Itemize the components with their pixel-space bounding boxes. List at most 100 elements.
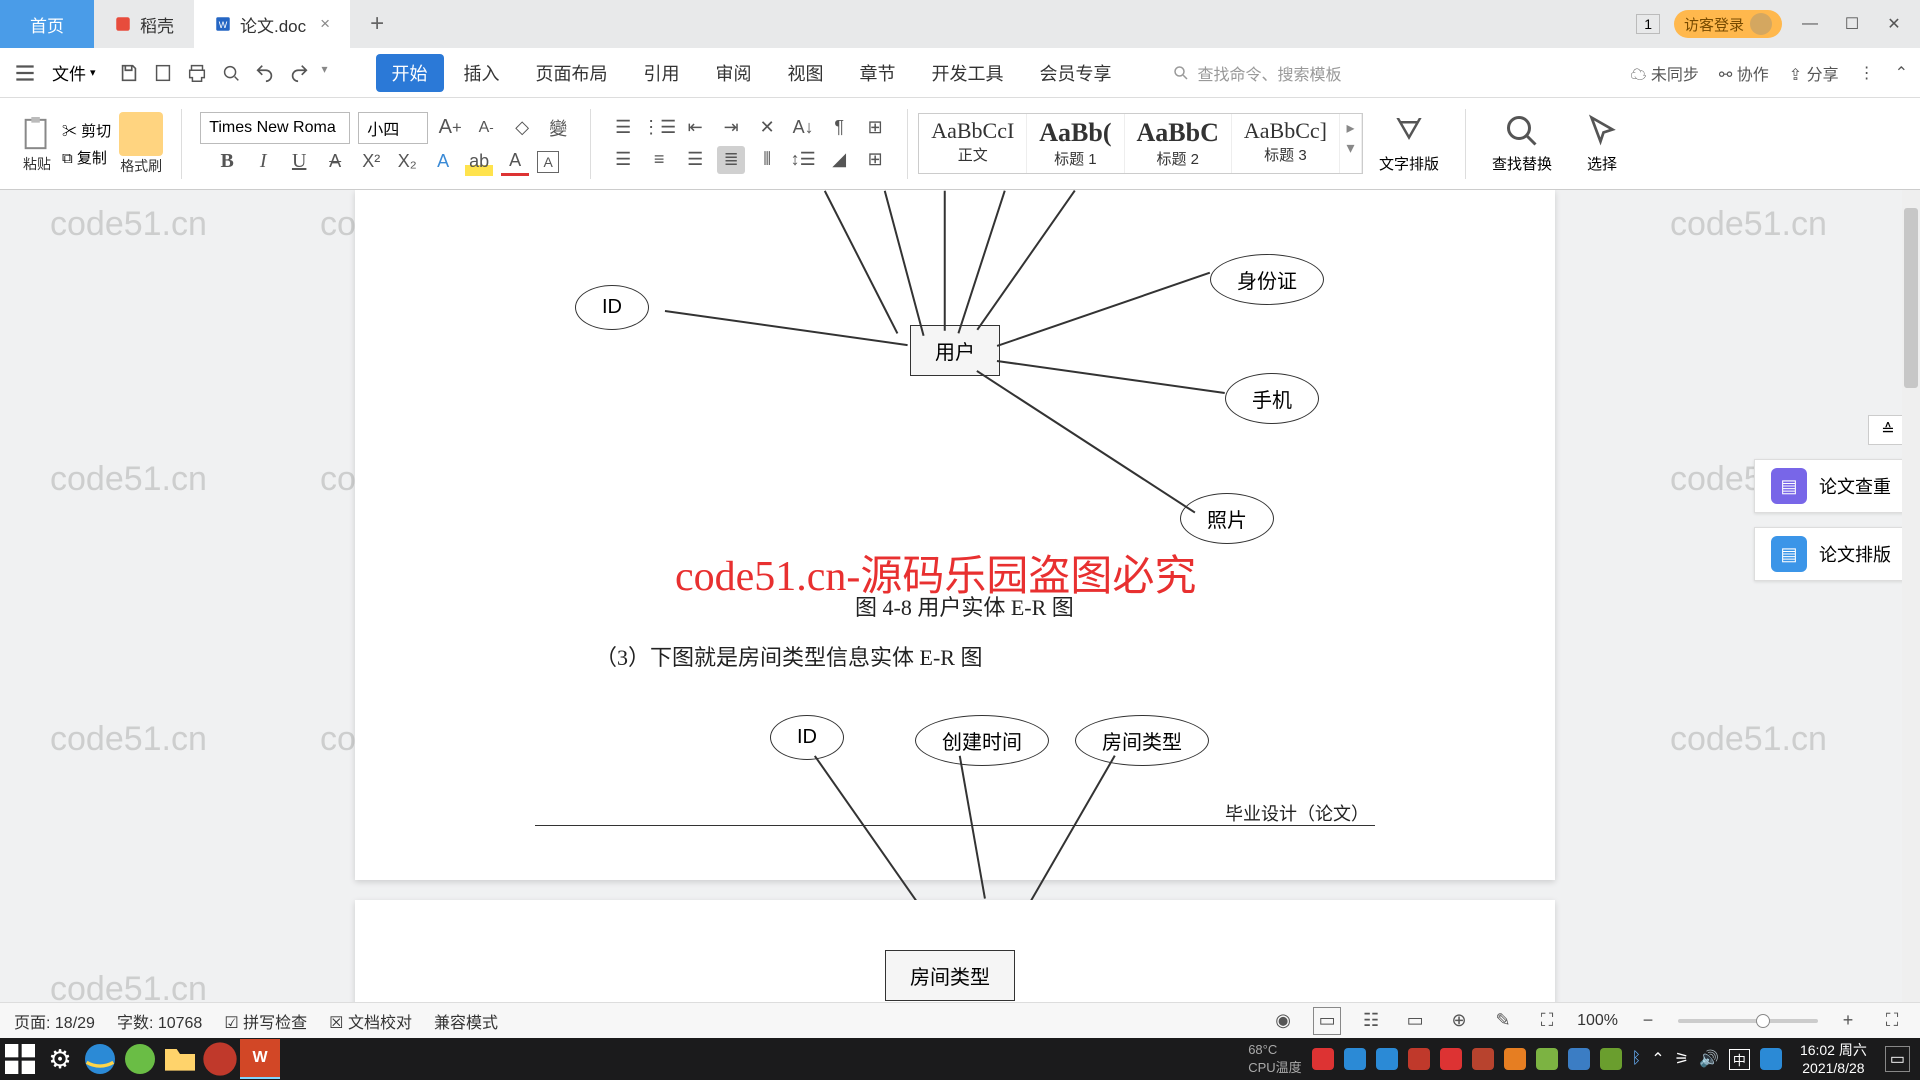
tray-icon[interactable] bbox=[1408, 1048, 1430, 1070]
char-border-icon[interactable]: A bbox=[537, 151, 559, 173]
tab-document[interactable]: W 论文.doc × bbox=[194, 0, 350, 48]
shrink-font-icon[interactable]: A- bbox=[472, 114, 500, 142]
tray-icon[interactable] bbox=[1376, 1048, 1398, 1070]
ime-indicator[interactable]: 中 bbox=[1729, 1049, 1750, 1070]
browser-icon[interactable] bbox=[120, 1039, 160, 1079]
asian-layout-icon[interactable]: ✕ bbox=[753, 114, 781, 142]
distribute-icon[interactable]: ⫴ bbox=[753, 146, 781, 174]
scrollbar-thumb[interactable] bbox=[1904, 208, 1918, 388]
style-h3[interactable]: AaBbCc]标题 3 bbox=[1232, 114, 1340, 173]
print-layout-icon[interactable]: ▭ bbox=[1313, 1007, 1341, 1035]
style-normal[interactable]: AaBbCcI正文 bbox=[919, 114, 1027, 173]
style-h1[interactable]: AaBb(标题 1 bbox=[1027, 114, 1124, 173]
paste-icon[interactable] bbox=[20, 114, 54, 154]
highlight-icon[interactable]: ab bbox=[465, 148, 493, 176]
start-button[interactable] bbox=[0, 1039, 40, 1079]
tab-view[interactable]: 视图 bbox=[772, 54, 840, 92]
ie-icon[interactable] bbox=[80, 1039, 120, 1079]
italic-button[interactable]: I bbox=[249, 148, 277, 176]
bluetooth-icon[interactable]: ᛒ bbox=[1632, 1050, 1642, 1068]
styles-gallery[interactable]: AaBbCcI正文 AaBb(标题 1 AaBbC标题 2 AaBbCc]标题 … bbox=[918, 113, 1363, 174]
align-right-icon[interactable]: ☰ bbox=[681, 146, 709, 174]
font-family-select[interactable]: Times New Roma bbox=[200, 112, 350, 144]
cut-button[interactable]: ✂ 剪切 bbox=[62, 120, 111, 141]
text-effects-icon[interactable]: A bbox=[429, 148, 457, 176]
obs-icon[interactable]: ⚙ bbox=[40, 1039, 80, 1079]
undo-icon[interactable] bbox=[254, 62, 276, 84]
maximize-button[interactable]: ☐ bbox=[1838, 10, 1866, 38]
tab-daoke[interactable]: 稻壳 bbox=[94, 0, 194, 48]
format-painter-icon[interactable] bbox=[119, 112, 163, 156]
close-icon[interactable]: × bbox=[320, 14, 330, 34]
font-size-select[interactable]: 小四 bbox=[358, 112, 428, 144]
preview-icon[interactable] bbox=[220, 62, 242, 84]
explorer-icon[interactable] bbox=[160, 1039, 200, 1079]
subscript-button[interactable]: X₂ bbox=[393, 148, 421, 176]
clock[interactable]: 16:02 周六2021/8/28 bbox=[1792, 1041, 1875, 1077]
phonetic-icon[interactable]: 變 bbox=[544, 114, 572, 142]
sync-status[interactable]: ☁ 未同步 bbox=[1630, 61, 1698, 85]
eye-icon[interactable]: ◉ bbox=[1269, 1007, 1297, 1035]
paper-layout-button[interactable]: ▤论文排版 bbox=[1754, 527, 1908, 581]
shading-icon[interactable]: ◢ bbox=[825, 146, 853, 174]
proofing-button[interactable]: ☒ 文档校对 bbox=[329, 1009, 412, 1033]
pen-icon[interactable]: ✎ bbox=[1489, 1007, 1517, 1035]
tray-icon[interactable] bbox=[1312, 1048, 1334, 1070]
clear-format-icon[interactable]: ◇ bbox=[508, 114, 536, 142]
page-indicator[interactable]: 页面: 18/29 bbox=[14, 1009, 95, 1033]
wps-icon[interactable]: W bbox=[240, 1039, 280, 1079]
notification-icon[interactable]: ▭ bbox=[1885, 1046, 1910, 1072]
close-button[interactable]: ✕ bbox=[1880, 10, 1908, 38]
document-canvas[interactable]: code51.cn code51.cn code51.cn code51.cn … bbox=[0, 190, 1920, 1042]
bold-button[interactable]: B bbox=[213, 148, 241, 176]
redo-icon[interactable] bbox=[288, 62, 310, 84]
volume-icon[interactable]: 🔊 bbox=[1699, 1049, 1719, 1069]
indent-left-icon[interactable]: ⇤ bbox=[681, 114, 709, 142]
minimize-button[interactable]: — bbox=[1796, 10, 1824, 38]
numbering-icon[interactable]: ⋮☰ bbox=[645, 114, 673, 142]
document-page[interactable]: 用户 ID 身份证 手机 照片 code51.cn-源码乐园盗图必究 图 4-8… bbox=[355, 190, 1555, 880]
select-button[interactable]: 选择 bbox=[1568, 113, 1636, 174]
align-left-icon[interactable]: ☰ bbox=[609, 146, 637, 174]
paper-check-button[interactable]: ▤论文查重 bbox=[1754, 459, 1908, 513]
collapse-ribbon-icon[interactable]: ⌃ bbox=[1895, 63, 1908, 83]
tray-icon[interactable] bbox=[1760, 1048, 1782, 1070]
print-icon[interactable] bbox=[186, 62, 208, 84]
show-marks-icon[interactable]: ¶ bbox=[825, 114, 853, 142]
zoom-level[interactable]: 100% bbox=[1577, 1012, 1618, 1030]
strike-button[interactable]: A bbox=[321, 148, 349, 176]
tab-pagelayout[interactable]: 页面布局 bbox=[520, 54, 624, 92]
tray-icon[interactable] bbox=[1504, 1048, 1526, 1070]
new-tab-button[interactable]: + bbox=[350, 10, 404, 38]
tab-devtools[interactable]: 开发工具 bbox=[916, 54, 1020, 92]
hamburger-icon[interactable] bbox=[12, 60, 38, 86]
outline-icon[interactable]: ☷ bbox=[1357, 1007, 1385, 1035]
styles-more-icon[interactable]: ▸▾ bbox=[1340, 114, 1362, 173]
web-icon[interactable]: ⊕ bbox=[1445, 1007, 1473, 1035]
app-icon[interactable] bbox=[200, 1039, 240, 1079]
zoom-slider[interactable] bbox=[1678, 1019, 1818, 1023]
coop-button[interactable]: ⚯ 协作 bbox=[1719, 61, 1769, 85]
save-icon[interactable] bbox=[118, 62, 140, 84]
bullets-icon[interactable]: ☰ bbox=[609, 114, 637, 142]
fit-icon[interactable]: ⛶ bbox=[1533, 1007, 1561, 1035]
style-h2[interactable]: AaBbC标题 2 bbox=[1125, 114, 1232, 173]
wifi-icon[interactable]: ⚞ bbox=[1675, 1049, 1689, 1069]
zoom-out-icon[interactable]: − bbox=[1634, 1007, 1662, 1035]
borders-icon[interactable]: ⊞ bbox=[861, 146, 889, 174]
tray-icon[interactable] bbox=[1440, 1048, 1462, 1070]
tab-chapter[interactable]: 章节 bbox=[844, 54, 912, 92]
find-replace-button[interactable]: 查找替换 bbox=[1476, 113, 1568, 174]
share-button[interactable]: ⇪ 分享 bbox=[1789, 61, 1839, 85]
font-color-icon[interactable]: A bbox=[501, 148, 529, 176]
spellcheck-button[interactable]: ☑ 拼写检查 bbox=[224, 1009, 307, 1033]
zoom-in-icon[interactable]: + bbox=[1834, 1007, 1862, 1035]
zoom-knob[interactable] bbox=[1756, 1014, 1770, 1028]
sort-icon[interactable]: A↓ bbox=[789, 114, 817, 142]
tab-icon[interactable]: ⊞ bbox=[861, 114, 889, 142]
grow-font-icon[interactable]: A+ bbox=[436, 114, 464, 142]
align-justify-icon[interactable]: ≣ bbox=[717, 146, 745, 174]
superscript-button[interactable]: X² bbox=[357, 148, 385, 176]
qat-dropdown-icon[interactable]: ▾ bbox=[322, 62, 344, 84]
file-menu[interactable]: 文件 ▾ bbox=[42, 60, 106, 85]
